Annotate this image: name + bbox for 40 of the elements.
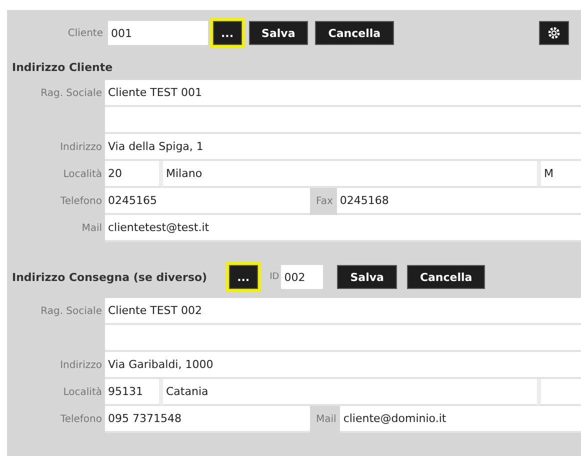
input-field[interactable]: M (537, 161, 581, 188)
field-label: Località (63, 169, 102, 180)
field-label: Telefono (60, 414, 102, 425)
field-label: Rag. Sociale (40, 88, 102, 99)
client-field[interactable]: 001 (108, 21, 208, 45)
field-label: Mail (82, 223, 102, 234)
input-field[interactable]: Catania (163, 379, 537, 406)
field-label: Indirizzo (60, 142, 102, 153)
input-field[interactable]: cliente@dominio.it (340, 406, 581, 433)
settings-button[interactable] (539, 21, 569, 45)
section-heading: Indirizzo Consegna (se diverso) (12, 270, 208, 284)
cancel-button[interactable]: Cancella (315, 21, 394, 45)
input-field[interactable]: Via della Spiga, 1 (105, 134, 581, 161)
field-label: Telefono (60, 196, 102, 207)
input-field[interactable] (537, 379, 581, 406)
cancel-button[interactable]: Cancella (406, 265, 486, 289)
field-label: Indirizzo (60, 360, 102, 371)
input-field[interactable]: Cliente TEST 002 (105, 298, 581, 325)
input-field[interactable] (105, 107, 581, 134)
client-label: Cliente (66, 28, 103, 38)
settings-icon (547, 26, 561, 40)
save-button[interactable]: Salva (337, 265, 397, 289)
field-label: Rag. Sociale (40, 306, 102, 317)
input-field[interactable]: Cliente TEST 001 (105, 80, 581, 107)
input-field[interactable]: Via Garibaldi, 1000 (105, 352, 581, 379)
input-field[interactable]: Milano (163, 161, 537, 188)
input-field[interactable]: clientetest@test.it (105, 215, 581, 242)
input-field[interactable]: 095 7371548 (105, 406, 310, 433)
lookup-button[interactable]: ... (213, 21, 242, 45)
save-button[interactable]: Salva (248, 21, 308, 45)
input-field[interactable]: 0245168 (336, 188, 581, 215)
id-label: ID (270, 272, 280, 282)
id-field[interactable]: 002 (281, 265, 324, 289)
lookup-button[interactable]: ... (229, 265, 258, 289)
input-field[interactable]: 20 (105, 161, 163, 188)
field-label: Località (63, 387, 102, 398)
input-field[interactable]: 95131 (105, 379, 163, 406)
section-heading: Indirizzo Cliente (12, 60, 113, 74)
input-field[interactable]: 0245165 (105, 188, 310, 215)
input-field[interactable] (105, 325, 581, 352)
